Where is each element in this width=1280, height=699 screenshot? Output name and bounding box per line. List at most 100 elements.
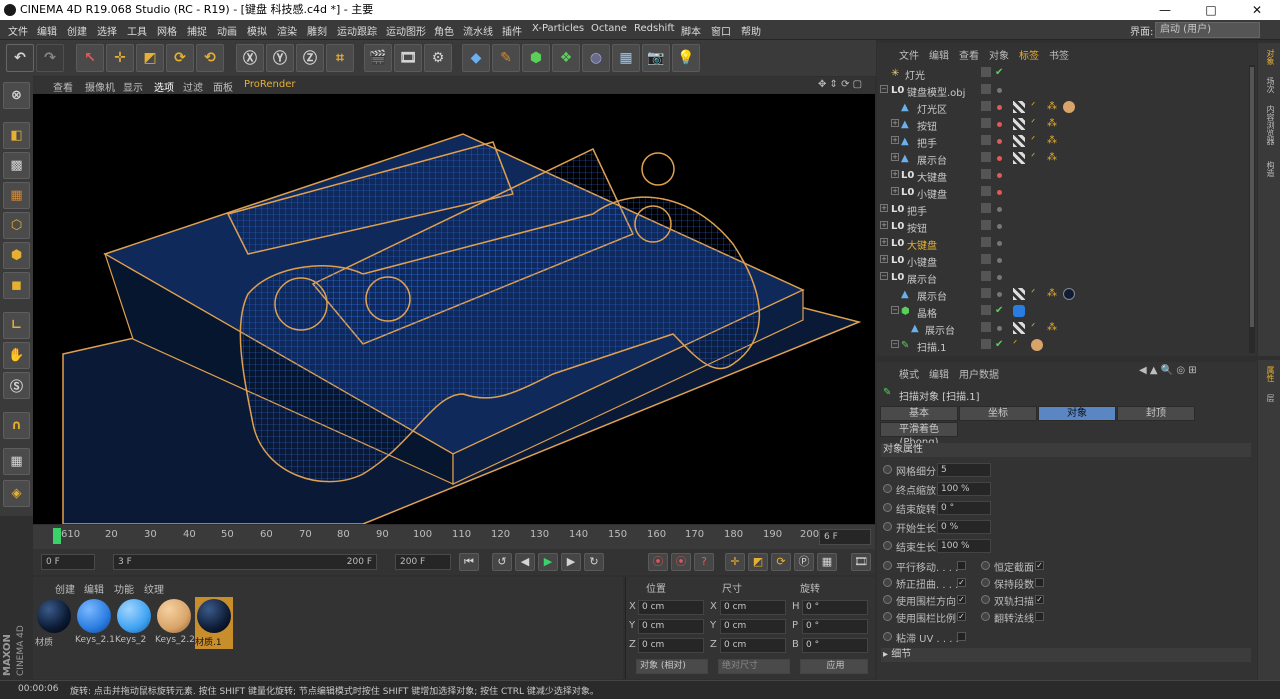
render-picture-viewer-icon[interactable]: 🎞	[394, 44, 422, 72]
expand-toggle[interactable]: +	[880, 238, 888, 246]
anim-radio[interactable]	[883, 541, 892, 550]
expand-toggle[interactable]: +	[880, 255, 888, 263]
object-row[interactable]: + L0 把手	[877, 201, 1249, 218]
enabled-dot[interactable]	[997, 258, 1002, 263]
expand-toggle[interactable]: +	[891, 136, 899, 144]
rotation-b-field[interactable]: 0 °	[802, 638, 868, 653]
obj-menu-bookmarks[interactable]: 书签	[1049, 47, 1069, 62]
size-y-field[interactable]: 0 cm	[720, 619, 786, 634]
material-slot-selected[interactable]: 材质.1	[195, 597, 233, 649]
obj-menu-view[interactable]: 查看	[959, 47, 979, 62]
x-axis-icon[interactable]: Ⓧ	[236, 44, 264, 72]
scrollbar-thumb[interactable]	[1250, 67, 1254, 327]
phong-tag-icon[interactable]: ᐟ	[1031, 101, 1043, 113]
uvw-tag-icon[interactable]: ⁂	[1047, 135, 1059, 147]
object-row[interactable]: + L0 小键盘	[877, 184, 1249, 201]
phong-tag-icon[interactable]: ᐟ	[1031, 322, 1043, 334]
expand-toggle[interactable]: +	[891, 187, 899, 195]
material-tag-icon[interactable]	[1063, 101, 1075, 113]
scale-icon[interactable]: ◩	[136, 44, 164, 72]
anim-radio[interactable]	[883, 465, 892, 474]
start-frame-field[interactable]: 0 F	[41, 554, 95, 570]
viewport-menu-filter[interactable]: 过滤	[183, 79, 203, 94]
make-editable-icon[interactable]: ⊗	[3, 82, 30, 109]
enabled-dot[interactable]	[997, 139, 1002, 144]
texture-tag-icon[interactable]	[1013, 152, 1025, 164]
attr-nav-icons[interactable]: ◀ ▲ 🔍 ◎ ⊞	[1139, 365, 1197, 376]
parallel-move-checkbox[interactable]	[957, 561, 966, 570]
light-icon[interactable]: 💡	[672, 44, 700, 72]
prop-end-rotation-field[interactable]: 0 °	[937, 501, 991, 515]
coord-mode-select[interactable]: 对象 (相对)	[636, 659, 708, 674]
render-settings-icon[interactable]: ⚙	[424, 44, 452, 72]
play-icon[interactable]: ▶	[538, 553, 558, 571]
side-tab-content-browser[interactable]: 内容浏览器	[1262, 105, 1276, 145]
undo-icon[interactable]: ↶	[6, 44, 34, 72]
constant-cross-section-checkbox[interactable]: ✓	[1035, 561, 1044, 570]
next-frame-icon[interactable]: ▶	[561, 553, 581, 571]
anim-radio[interactable]	[981, 595, 990, 604]
menu-simulate[interactable]: 模拟	[247, 23, 267, 38]
enabled-dot[interactable]	[997, 156, 1002, 161]
viewport-menu-prorender[interactable]: ProRender	[244, 79, 295, 90]
menu-redshift[interactable]: Redshift	[634, 23, 675, 34]
position-x-field[interactable]: 0 cm	[638, 600, 704, 615]
phong-tag-icon[interactable]: ᐟ	[1031, 152, 1043, 164]
y-axis-icon[interactable]: Ⓨ	[266, 44, 294, 72]
edges-mode-icon[interactable]: ⬢	[3, 242, 30, 269]
attr-tab-basic[interactable]: 基本	[880, 406, 958, 421]
visibility-toggle[interactable]	[981, 254, 991, 264]
autokey-icon[interactable]: ⦿	[671, 553, 691, 571]
rotate-icon[interactable]: ⟳	[166, 44, 194, 72]
anim-radio[interactable]	[883, 578, 892, 587]
move-icon[interactable]: ✛	[106, 44, 134, 72]
enabled-check[interactable]: ✔	[995, 67, 1003, 78]
enabled-dot[interactable]	[997, 241, 1002, 246]
enabled-dot[interactable]	[997, 326, 1002, 331]
uvw-tag-icon[interactable]: ⁂	[1047, 288, 1059, 300]
minimize-button[interactable]: —	[1142, 0, 1188, 20]
phong-tag-icon[interactable]: ᐟ	[1031, 118, 1043, 130]
side-tab-takes[interactable]: 场次	[1262, 77, 1276, 93]
keep-segments-checkbox[interactable]	[1035, 578, 1044, 587]
magnet-icon[interactable]: ∩	[3, 412, 30, 439]
object-row[interactable]: ▲ 展示台 ᐟ ⁂	[877, 286, 1249, 303]
position-z-field[interactable]: 0 cm	[638, 638, 704, 653]
material-slot[interactable]: 材质	[35, 597, 73, 649]
viewport-menu-panel[interactable]: 面板	[213, 79, 233, 94]
anim-radio[interactable]	[981, 612, 990, 621]
render-view-icon[interactable]: 🎬	[364, 44, 392, 72]
rail-scale-checkbox[interactable]: ✓	[957, 612, 966, 621]
attr-tab-caps[interactable]: 封顶	[1117, 406, 1195, 421]
object-row[interactable]: + L0 大键盘	[877, 167, 1249, 184]
prop-end-scale-field[interactable]: 100 %	[937, 482, 991, 496]
menu-motion-tracking[interactable]: 运动跟踪	[337, 23, 377, 38]
visibility-toggle[interactable]	[981, 135, 991, 145]
obj-menu-file[interactable]: 文件	[899, 47, 919, 62]
uvw-tag-icon[interactable]: ⁂	[1047, 101, 1059, 113]
timeline-window-icon[interactable]: 🎞	[851, 553, 871, 571]
prop-subdivision-field[interactable]: 5	[937, 463, 991, 477]
visibility-toggle[interactable]	[981, 339, 991, 349]
menu-file[interactable]: 文件	[8, 23, 28, 38]
preview-range-slider[interactable]: 3 F 200 F	[113, 554, 377, 570]
visibility-toggle[interactable]	[981, 186, 991, 196]
menu-window[interactable]: 窗口	[711, 23, 731, 38]
viewport-nav-icons[interactable]: ✥ ⇕ ⟳ ▢	[818, 79, 862, 90]
rotation-p-field[interactable]: 0 °	[802, 619, 868, 634]
size-x-field[interactable]: 0 cm	[720, 600, 786, 615]
object-row[interactable]: − L0 键盘模型.obj	[877, 82, 1249, 99]
enabled-dot[interactable]	[997, 105, 1002, 110]
enabled-dot[interactable]	[997, 275, 1002, 280]
mat-menu-function[interactable]: 功能	[114, 581, 134, 596]
banking-checkbox[interactable]: ✓	[957, 578, 966, 587]
stick-uvs-checkbox[interactable]	[957, 632, 966, 641]
attr-menu-userdata[interactable]: 用户数据	[959, 366, 999, 381]
enabled-dot[interactable]	[997, 207, 1002, 212]
texture-tag-icon[interactable]	[1013, 288, 1025, 300]
enabled-dot[interactable]	[997, 224, 1002, 229]
enabled-dot[interactable]	[997, 292, 1002, 297]
enabled-dot[interactable]	[997, 88, 1002, 93]
menu-tools[interactable]: 工具	[127, 23, 147, 38]
subdivision-icon[interactable]: ⬢	[522, 44, 550, 72]
